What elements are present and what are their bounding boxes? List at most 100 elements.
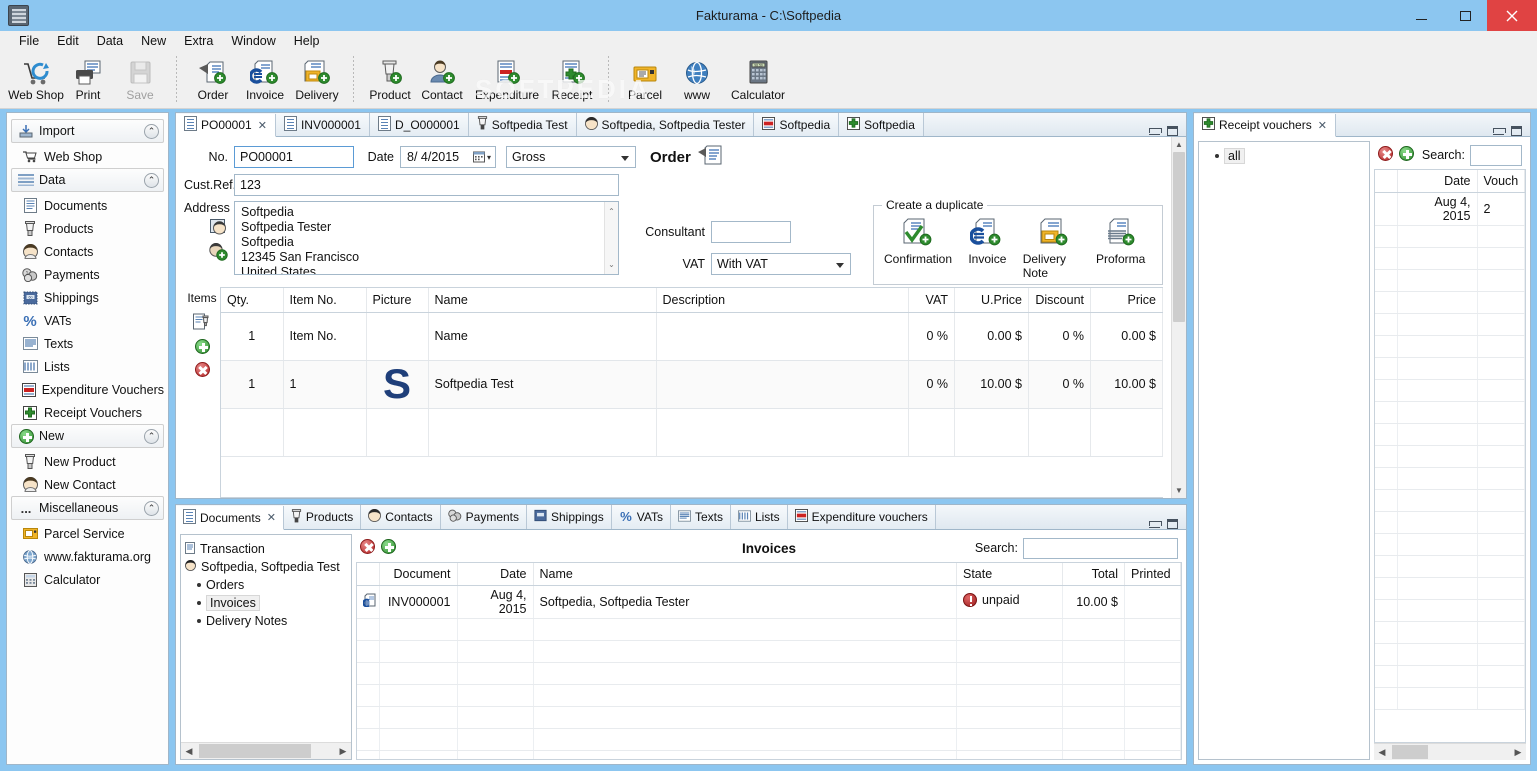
document-no-input[interactable]: PO00001 xyxy=(234,146,354,168)
sidebar-item-contacts[interactable]: Contacts xyxy=(11,240,164,263)
menu-data[interactable]: Data xyxy=(88,32,132,50)
duplicate-proforma-button[interactable]: Proforma xyxy=(1089,218,1152,280)
sidebar-item-lists[interactable]: Lists xyxy=(11,355,164,378)
close-icon[interactable]: ✕ xyxy=(258,119,267,132)
menu-new[interactable]: New xyxy=(132,32,175,50)
tree-node-delivery-notes[interactable]: Delivery Notes xyxy=(185,612,347,630)
sidebar-item-parcel-service[interactable]: Parcel Service xyxy=(11,522,164,545)
tab-shippings[interactable]: Shippings xyxy=(527,505,612,529)
tab-lists[interactable]: Lists xyxy=(731,505,788,529)
minimize-panel-icon[interactable] xyxy=(1493,128,1504,135)
sidebar-item-documents[interactable]: Documents xyxy=(11,194,164,217)
item-template-icon[interactable] xyxy=(193,313,211,334)
col-document[interactable]: Document xyxy=(379,563,457,585)
scroll-track[interactable] xyxy=(1172,152,1186,483)
scroll-thumb[interactable] xyxy=(199,744,311,758)
duplicate-invoice-button[interactable]: Invoice xyxy=(956,218,1019,280)
date-input[interactable]: 8/ 4/2015 ▾ xyxy=(400,146,496,168)
custref-input[interactable]: 123 xyxy=(234,174,619,196)
col-date[interactable]: Date xyxy=(457,563,533,585)
minimize-panel-icon[interactable] xyxy=(1149,128,1160,135)
add-item-icon[interactable] xyxy=(195,339,210,357)
toolbar-calculator-button[interactable]: 98.50 Calculator xyxy=(723,54,793,102)
toolbar-print-button[interactable]: Print xyxy=(62,54,114,102)
tab-expenditure-vouchers[interactable]: Expenditure vouchers xyxy=(788,505,936,529)
sidebar-item-web-shop[interactable]: Web Shop xyxy=(11,145,164,168)
maximize-button[interactable] xyxy=(1443,0,1487,31)
tab-softpedia-receipt[interactable]: Softpedia xyxy=(839,113,924,136)
chevron-up-icon[interactable]: ⌃ xyxy=(144,501,159,516)
scroll-right-icon[interactable]: ▶ xyxy=(335,746,351,757)
close-icon[interactable]: ✕ xyxy=(1318,119,1327,132)
add-icon[interactable] xyxy=(1399,146,1414,164)
vouchers-horizontal-scrollbar[interactable]: ◀ ▶ xyxy=(1374,743,1526,760)
tree-horizontal-scrollbar[interactable]: ◀ ▶ xyxy=(181,742,351,759)
tab-softpedia-expenditure[interactable]: Softpedia xyxy=(754,113,839,136)
maximize-panel-icon[interactable] xyxy=(1511,126,1522,136)
tab-products[interactable]: Products xyxy=(284,505,361,529)
sidebar-section-import[interactable]: Import ⌃ xyxy=(11,119,164,143)
close-icon[interactable]: ✕ xyxy=(267,511,276,524)
sidebar-item-expenditure-vouchers[interactable]: Expenditure Vouchers xyxy=(11,378,164,401)
chevron-up-icon[interactable]: ⌃ xyxy=(144,429,159,444)
menu-file[interactable]: File xyxy=(10,32,48,50)
tab-inv000001[interactable]: INV000001 xyxy=(276,113,370,136)
minimize-panel-icon[interactable] xyxy=(1149,521,1160,528)
menu-extra[interactable]: Extra xyxy=(175,32,222,50)
toolbar-expenditure-button[interactable]: Expenditure xyxy=(468,54,546,102)
vat-select[interactable]: With VAT xyxy=(711,253,851,275)
table-row[interactable]: Aug 4, 2015 2 xyxy=(1375,192,1525,225)
toolbar-product-button[interactable]: Product xyxy=(364,54,416,102)
delete-icon[interactable] xyxy=(1378,146,1393,164)
col-uprice[interactable]: U.Price xyxy=(955,288,1029,312)
toolbar-parcel-button[interactable]: Parcel xyxy=(619,54,671,102)
menu-edit[interactable]: Edit xyxy=(48,32,88,50)
tab-softpedia-test[interactable]: Softpedia Test xyxy=(469,113,577,136)
new-contact-icon[interactable] xyxy=(208,243,228,264)
scroll-down-icon[interactable]: ▼ xyxy=(1172,483,1186,498)
address-scrollbar[interactable]: ⌃⌄ xyxy=(604,202,618,274)
sidebar-item-receipt-vouchers[interactable]: Receipt Vouchers xyxy=(11,401,164,424)
sidebar-item-new-product[interactable]: New Product xyxy=(11,450,164,473)
select-contact-icon[interactable] xyxy=(210,219,228,239)
duplicate-confirmation-button[interactable]: Confirmation xyxy=(884,218,952,280)
col-discount[interactable]: Discount xyxy=(1029,288,1091,312)
tab-po00001[interactable]: PO00001 ✕ xyxy=(176,114,276,137)
sidebar-item-calculator[interactable]: Calculator xyxy=(11,568,164,591)
sidebar-section-new[interactable]: New ⌃ xyxy=(11,424,164,448)
menu-window[interactable]: Window xyxy=(222,32,284,50)
col-item-no[interactable]: Item No. xyxy=(283,288,366,312)
toolbar-delivery-button[interactable]: Delivery xyxy=(291,54,343,102)
sidebar-item-payments[interactable]: 1 Payments xyxy=(11,263,164,286)
col-qty[interactable]: Qty. xyxy=(221,288,283,312)
tree-node-invoices[interactable]: Invoices xyxy=(185,594,347,612)
tree-node-contact[interactable]: Softpedia, Softpedia Test xyxy=(185,558,347,576)
sidebar-item-vats[interactable]: % VATs xyxy=(11,309,164,332)
search-input[interactable] xyxy=(1470,145,1522,166)
toolbar-invoice-button[interactable]: Invoice xyxy=(239,54,291,102)
calendar-icon[interactable]: ▾ xyxy=(473,151,495,163)
tab-payments[interactable]: Payments xyxy=(441,505,527,529)
tab-documents[interactable]: Documents ✕ xyxy=(176,506,284,530)
col-price[interactable]: Price xyxy=(1091,288,1163,312)
tree-node-transaction[interactable]: Transaction xyxy=(185,540,347,558)
col-vat[interactable]: VAT xyxy=(909,288,955,312)
close-button[interactable] xyxy=(1487,0,1537,31)
tab-softpedia-tester[interactable]: Softpedia, Softpedia Tester xyxy=(577,113,755,136)
toolbar-receipt-button[interactable]: Receipt xyxy=(546,54,598,102)
remove-item-icon[interactable] xyxy=(195,362,210,380)
toolbar-contact-button[interactable]: Contact xyxy=(416,54,468,102)
col-name[interactable]: Name xyxy=(533,563,957,585)
scroll-left-icon[interactable]: ◀ xyxy=(1374,747,1390,758)
scroll-thumb[interactable] xyxy=(1392,745,1428,759)
menu-help[interactable]: Help xyxy=(285,32,329,50)
sidebar-item-new-contact[interactable]: New Contact xyxy=(11,473,164,496)
scroll-right-icon[interactable]: ▶ xyxy=(1510,747,1526,758)
tab-contacts[interactable]: Contacts xyxy=(361,505,440,529)
table-row[interactable]: INV000001 Aug 4, 2015 Softpedia, Softped… xyxy=(357,585,1181,618)
col-picture[interactable]: Picture xyxy=(366,288,428,312)
sidebar-item-products[interactable]: Products xyxy=(11,217,164,240)
table-row[interactable]: 1 Item No. Name 0 % 0.00 $ 0 % xyxy=(221,312,1163,360)
sidebar-section-data[interactable]: Data ⌃ xyxy=(11,168,164,192)
col-description[interactable]: Description xyxy=(656,288,909,312)
